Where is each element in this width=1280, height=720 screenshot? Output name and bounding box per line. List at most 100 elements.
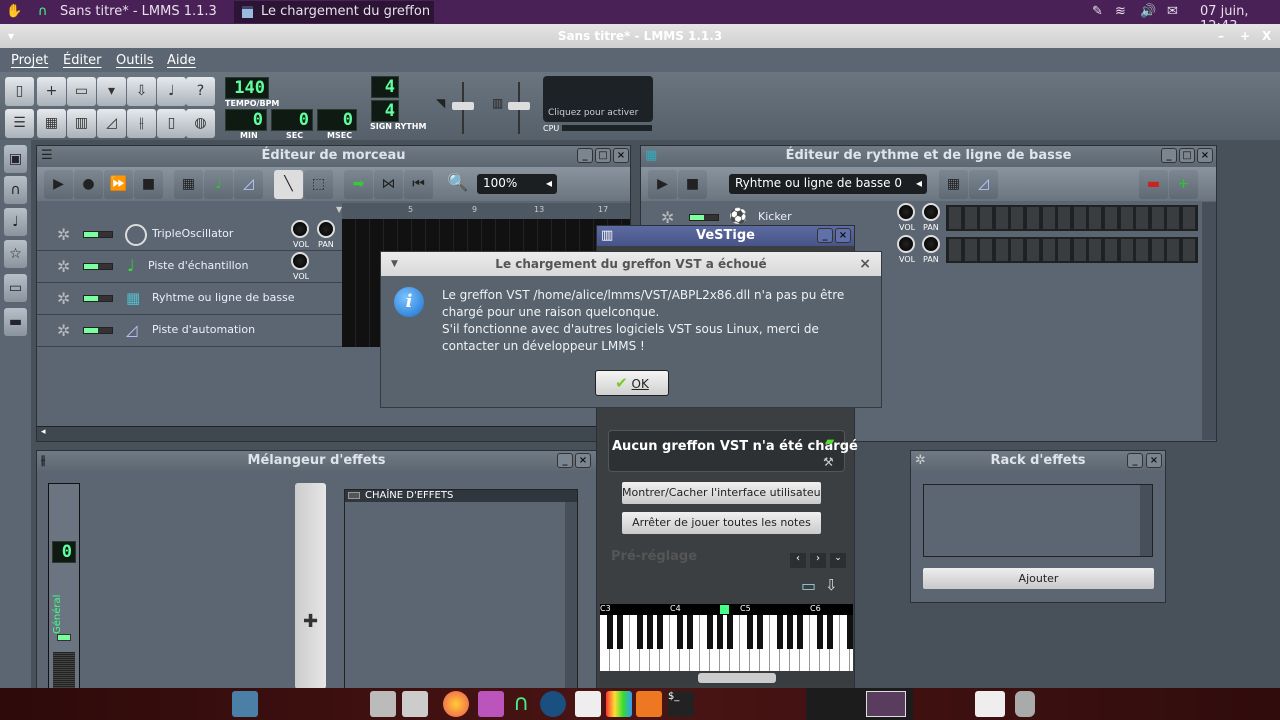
minimize-button[interactable]: _	[557, 453, 573, 468]
stop-button[interactable]: ■	[678, 170, 707, 199]
gear-icon[interactable]: ✲	[57, 289, 70, 308]
step-pad[interactable]	[1072, 238, 1087, 262]
remove-steps-button[interactable]: ▬	[1139, 170, 1168, 199]
mute-toggle[interactable]	[83, 231, 113, 238]
oscilloscope[interactable]: Cliquez pour activer	[543, 76, 653, 122]
black-key[interactable]	[787, 615, 793, 649]
controller-rack-icon[interactable]: ◍	[186, 109, 215, 138]
minimize-button[interactable]: _	[1161, 148, 1177, 163]
vertical-scrollbar[interactable]	[565, 502, 577, 690]
mute-toggle[interactable]	[83, 263, 113, 270]
zoom-select[interactable]: 100% ◂	[477, 174, 557, 194]
open-plugin-folder-icon[interactable]: ▰	[825, 434, 834, 448]
close-button[interactable]: ×	[835, 228, 851, 243]
volume-knob[interactable]	[897, 203, 915, 221]
black-key[interactable]	[797, 615, 803, 649]
menu-projet[interactable]: Projet	[11, 53, 48, 68]
black-key[interactable]	[637, 615, 643, 649]
step-pad[interactable]	[994, 238, 1009, 262]
stop-button[interactable]: ■	[134, 170, 163, 199]
step-pad[interactable]	[1119, 206, 1134, 230]
xampp-icon[interactable]	[636, 691, 662, 717]
save-project-icon[interactable]: ⇩	[127, 77, 156, 106]
my-samples-icon[interactable]: ♩	[4, 208, 27, 236]
vertical-scrollbar[interactable]	[1202, 202, 1216, 440]
help-icon[interactable]: ?	[186, 77, 215, 106]
mute-toggle[interactable]	[83, 295, 113, 302]
show-desktop-icon[interactable]	[232, 691, 258, 717]
step-pad[interactable]	[963, 238, 978, 262]
step-pad[interactable]	[1088, 238, 1103, 262]
wrench-icon[interactable]: ⚒	[823, 455, 834, 469]
close-button[interactable]: ×	[1146, 453, 1162, 468]
step-pad[interactable]	[1150, 206, 1165, 230]
loop-points-button[interactable]: ⋈	[374, 170, 403, 199]
step-pad[interactable]	[948, 238, 962, 262]
track-name[interactable]: Piste d'automation	[152, 323, 255, 336]
previous-preset-button[interactable]: ‹	[790, 553, 806, 568]
file-manager-icon[interactable]	[402, 691, 428, 717]
gear-icon[interactable]: ✲	[57, 257, 70, 276]
preset-menu-button[interactable]: ⌄	[830, 553, 846, 568]
black-key[interactable]	[707, 615, 713, 649]
mute-toggle[interactable]	[83, 327, 113, 334]
playhead-icon[interactable]: ▼	[336, 205, 342, 214]
mail-icon[interactable]: ✉	[1167, 4, 1178, 19]
camera-icon[interactable]	[370, 691, 396, 717]
pattern-select[interactable]: Ryhtme ou ligne de basse 0 ◂	[729, 174, 927, 194]
step-pad[interactable]	[1150, 238, 1165, 262]
gear-icon[interactable]: ✲	[57, 225, 70, 244]
horizontal-scrollbar[interactable]: ◂	[37, 426, 630, 441]
minimize-button[interactable]: –	[1218, 24, 1224, 48]
step-pad[interactable]	[994, 206, 1009, 230]
black-key[interactable]	[847, 615, 853, 649]
master-channel[interactable]: 0 Général	[48, 483, 80, 693]
step-pad[interactable]	[1057, 206, 1072, 230]
window-menu-icon[interactable]: ▾	[8, 24, 14, 48]
beat-editor-icon[interactable]: ▦	[37, 109, 66, 138]
black-key[interactable]	[677, 615, 683, 649]
black-key[interactable]	[647, 615, 653, 649]
add-automation-track-button[interactable]: ◿	[234, 170, 263, 199]
step-pad[interactable]	[1166, 206, 1181, 230]
root-directory-icon[interactable]: ▬	[4, 308, 27, 336]
step-pad[interactable]	[1072, 206, 1087, 230]
track-name[interactable]: Ryhtme ou ligne de basse	[152, 291, 295, 304]
time-sig-numerator[interactable]: 4	[371, 76, 399, 98]
tempo-display[interactable]: 140	[225, 77, 269, 99]
step-pad[interactable]	[948, 206, 962, 230]
black-key[interactable]	[727, 615, 733, 649]
black-key[interactable]	[777, 615, 783, 649]
export-icon[interactable]: ♩	[157, 77, 186, 106]
step-pad[interactable]	[1026, 238, 1040, 262]
time-sig-denominator[interactable]: 4	[371, 100, 399, 122]
firefox-icon[interactable]	[443, 691, 469, 717]
song-editor-icon[interactable]: ☰	[5, 109, 34, 138]
add-channel-button[interactable]: ✚	[295, 483, 326, 689]
dialog-menu-icon[interactable]: ▼	[391, 252, 398, 276]
download-icon[interactable]	[478, 691, 504, 717]
step-pad[interactable]	[1135, 206, 1150, 230]
record-button[interactable]: ●	[74, 170, 103, 199]
play-button[interactable]: ▶	[44, 170, 73, 199]
lmms-icon[interactable]: ∩	[508, 691, 534, 717]
step-pad[interactable]	[1026, 206, 1040, 230]
add-sample-track-button[interactable]: ♩	[204, 170, 233, 199]
minimize-button[interactable]: _	[1127, 453, 1143, 468]
step-pad[interactable]	[979, 238, 994, 262]
document-icon[interactable]	[575, 691, 601, 717]
active-workspace[interactable]	[866, 691, 906, 717]
menu-editer[interactable]: Éditer	[63, 53, 102, 68]
show-gui-button[interactable]: Montrer/Cacher l'interface utilisateur g…	[622, 482, 821, 504]
scroll-left-icon[interactable]: ◂	[41, 427, 46, 437]
track-row[interactable]: ✲ ▦ Ryhtme ou ligne de basse	[37, 283, 342, 315]
timeline-ruler[interactable]: ▼ 5 9 13 17	[336, 203, 630, 219]
step-pad[interactable]	[1041, 238, 1056, 262]
maximize-button[interactable]: □	[595, 148, 611, 163]
step-pad[interactable]	[1104, 206, 1118, 230]
stop-behaviour-button[interactable]: ⏮	[404, 170, 433, 199]
terminal-icon[interactable]: $_	[668, 691, 694, 717]
my-projects-icon[interactable]: ☆	[4, 240, 27, 268]
new-project-icon[interactable]: ▯	[5, 77, 34, 106]
keyboard-scrollbar[interactable]	[600, 671, 853, 685]
